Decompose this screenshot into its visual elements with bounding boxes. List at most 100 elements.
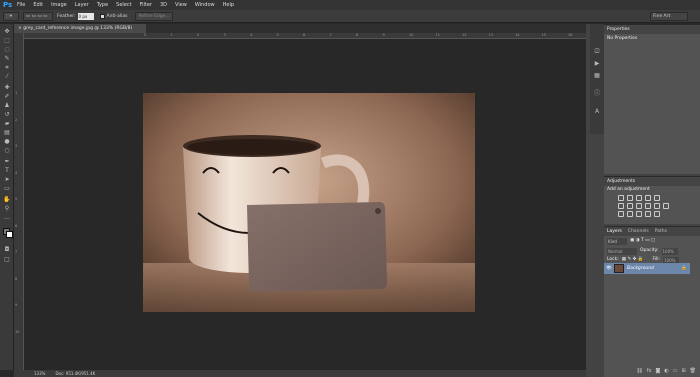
link-layers-icon[interactable]: ⛓ xyxy=(636,368,642,374)
lasso-tool-icon[interactable]: ◌ xyxy=(3,46,11,53)
tab-channels[interactable]: Channels xyxy=(628,227,649,236)
blend-row: Normal Opacity: 100% xyxy=(604,247,700,256)
ruler-tick-label: 2 xyxy=(197,33,200,37)
tool-preset-picker[interactable]: ◌▾ xyxy=(3,11,19,21)
menu-type[interactable]: Type xyxy=(93,2,112,8)
opacity-input[interactable]: 100% xyxy=(661,248,678,255)
fx-icon[interactable]: fx xyxy=(647,368,652,374)
blur-tool-icon[interactable]: ● xyxy=(3,138,11,145)
posterize-icon[interactable] xyxy=(627,211,633,217)
layer-name[interactable]: Background xyxy=(627,266,654,271)
workspace-label: Fine Art xyxy=(653,14,671,19)
ruler-tick-label: 14 xyxy=(515,33,520,37)
refine-edge-label: Refine Edge... xyxy=(138,13,170,19)
document-tab[interactable]: × grey_card_reference image.jpg @ 133% (… xyxy=(14,24,146,33)
levels-icon[interactable] xyxy=(627,195,633,201)
adjustment-layer-icon[interactable]: ◐ xyxy=(664,368,668,374)
layers-panel: Layers Channels Paths Kind ▣ ◑ T ▭ ▢ Nor… xyxy=(604,226,700,377)
eraser-tool-icon[interactable]: ▰ xyxy=(3,120,11,127)
brush-tool-icon[interactable]: ✐ xyxy=(3,93,11,100)
menu-file[interactable]: File xyxy=(13,2,29,8)
color-lookup-icon[interactable] xyxy=(663,203,669,209)
opacity-label: Opacity: xyxy=(640,248,659,253)
menu-3d[interactable]: 3D xyxy=(156,2,171,8)
image-canvas[interactable] xyxy=(143,93,475,312)
hand-tool-icon[interactable]: ✋ xyxy=(3,196,11,203)
ruler-tick-label: 6 xyxy=(15,223,18,228)
menu-layer[interactable]: Layer xyxy=(71,2,93,8)
menu-window[interactable]: Window xyxy=(191,2,219,8)
refine-edge-button[interactable]: Refine Edge... xyxy=(135,11,174,21)
shape-tool-icon[interactable]: ▭ xyxy=(3,185,11,192)
quick-mask-icon[interactable]: ◘ xyxy=(3,246,11,253)
menu-image[interactable]: Image xyxy=(47,2,71,8)
group-icon[interactable]: ▭ xyxy=(673,368,678,374)
curves-icon[interactable] xyxy=(636,195,642,201)
history-panel-icon[interactable]: ⎚ xyxy=(593,48,601,55)
healing-brush-tool-icon[interactable]: ✚ xyxy=(3,84,11,91)
selection-mode-buttons[interactable]: ▭ ▭ ▭ ▭ xyxy=(23,11,53,21)
blend-mode-select[interactable]: Normal xyxy=(607,248,637,255)
ruler-tick-label: 11 xyxy=(435,33,440,37)
horizontal-ruler[interactable]: 01234567891011121314151617181920 xyxy=(24,33,678,39)
menu-edit[interactable]: Edit xyxy=(29,2,47,8)
layer-row-background[interactable]: 👁 Background 🔒 xyxy=(604,263,690,274)
selective-color-icon[interactable] xyxy=(645,211,651,217)
channel-mixer-icon[interactable] xyxy=(654,203,660,209)
new-layer-icon[interactable]: ⊞ xyxy=(681,368,685,374)
history-brush-tool-icon[interactable]: ↺ xyxy=(3,111,11,118)
invert-icon[interactable] xyxy=(618,211,624,217)
zoom-tool-icon[interactable]: ⚲ xyxy=(3,205,11,212)
tab-paths[interactable]: Paths xyxy=(655,227,667,236)
eyedropper-tool-icon[interactable]: ⁄ xyxy=(3,73,11,80)
tab-layers[interactable]: Layers xyxy=(607,227,622,236)
vertical-ruler[interactable]: 1 2 3 4 5 6 7 8 9 10 xyxy=(14,33,24,370)
edit-toolbar-icon[interactable]: … xyxy=(3,214,11,221)
clone-stamp-tool-icon[interactable]: ♟ xyxy=(3,102,11,109)
color-balance-icon[interactable] xyxy=(627,203,633,209)
marquee-tool-icon[interactable]: ⬚ xyxy=(3,37,11,44)
crop-tool-icon[interactable]: ⌗ xyxy=(3,64,11,71)
mask-icon[interactable]: ◙ xyxy=(655,368,660,374)
dodge-tool-icon[interactable]: ○ xyxy=(3,147,11,154)
menu-select[interactable]: Select xyxy=(112,2,135,8)
vibrance-icon[interactable] xyxy=(654,195,660,201)
antialias-checkbox[interactable] xyxy=(99,13,105,19)
hue-saturation-icon[interactable] xyxy=(618,203,624,209)
black-white-icon[interactable] xyxy=(636,203,642,209)
visibility-eye-icon[interactable]: 👁 xyxy=(604,266,614,271)
actions-panel-icon[interactable]: ▶ xyxy=(593,60,601,67)
filter-icons[interactable]: ▣ ◑ T ▭ ▢ xyxy=(630,238,655,245)
type-tool-icon[interactable]: T xyxy=(3,167,11,174)
properties-title[interactable]: Properties xyxy=(604,25,700,34)
threshold-icon[interactable] xyxy=(636,211,642,217)
document-tab-bar: × grey_card_reference image.jpg @ 133% (… xyxy=(14,24,586,33)
background-color-swatch[interactable] xyxy=(6,231,13,238)
info-panel-icon[interactable]: ⓘ xyxy=(593,90,601,97)
layer-lock-icon: 🔒 xyxy=(681,266,687,271)
photo-filter-icon[interactable] xyxy=(645,203,651,209)
layer-kind-select[interactable]: Kind xyxy=(607,238,627,245)
screen-mode-icon[interactable]: ▢ xyxy=(3,256,11,263)
trash-icon[interactable]: 🗑 xyxy=(690,368,696,374)
workspace-switcher[interactable]: Fine Art xyxy=(650,12,688,21)
path-selection-tool-icon[interactable]: ➤ xyxy=(3,176,11,183)
adjustments-title[interactable]: Adjustments xyxy=(604,177,700,186)
adjustments-subtitle: Add an adjustment xyxy=(607,187,650,192)
menu-filter[interactable]: Filter xyxy=(136,2,156,8)
ruler-tick-label: 4 xyxy=(15,170,18,175)
menu-view[interactable]: View xyxy=(171,2,191,8)
zoom-level[interactable]: 133% xyxy=(34,371,45,376)
feather-input[interactable]: 0 px xyxy=(77,12,94,20)
exposure-icon[interactable] xyxy=(645,195,651,201)
character-panel-icon[interactable]: A xyxy=(593,108,601,115)
menu-help[interactable]: Help xyxy=(219,2,238,8)
gradient-tool-icon[interactable]: ▤ xyxy=(3,129,11,136)
quick-select-tool-icon[interactable]: ✎ xyxy=(3,55,11,62)
close-icon[interactable]: × xyxy=(18,26,22,31)
pen-tool-icon[interactable]: ✒ xyxy=(3,158,11,165)
move-tool-icon[interactable]: ✥ xyxy=(3,28,11,35)
histogram-panel-icon[interactable]: ▦ xyxy=(593,72,601,79)
gradient-map-icon[interactable] xyxy=(654,211,660,217)
brightness-contrast-icon[interactable] xyxy=(618,195,624,201)
